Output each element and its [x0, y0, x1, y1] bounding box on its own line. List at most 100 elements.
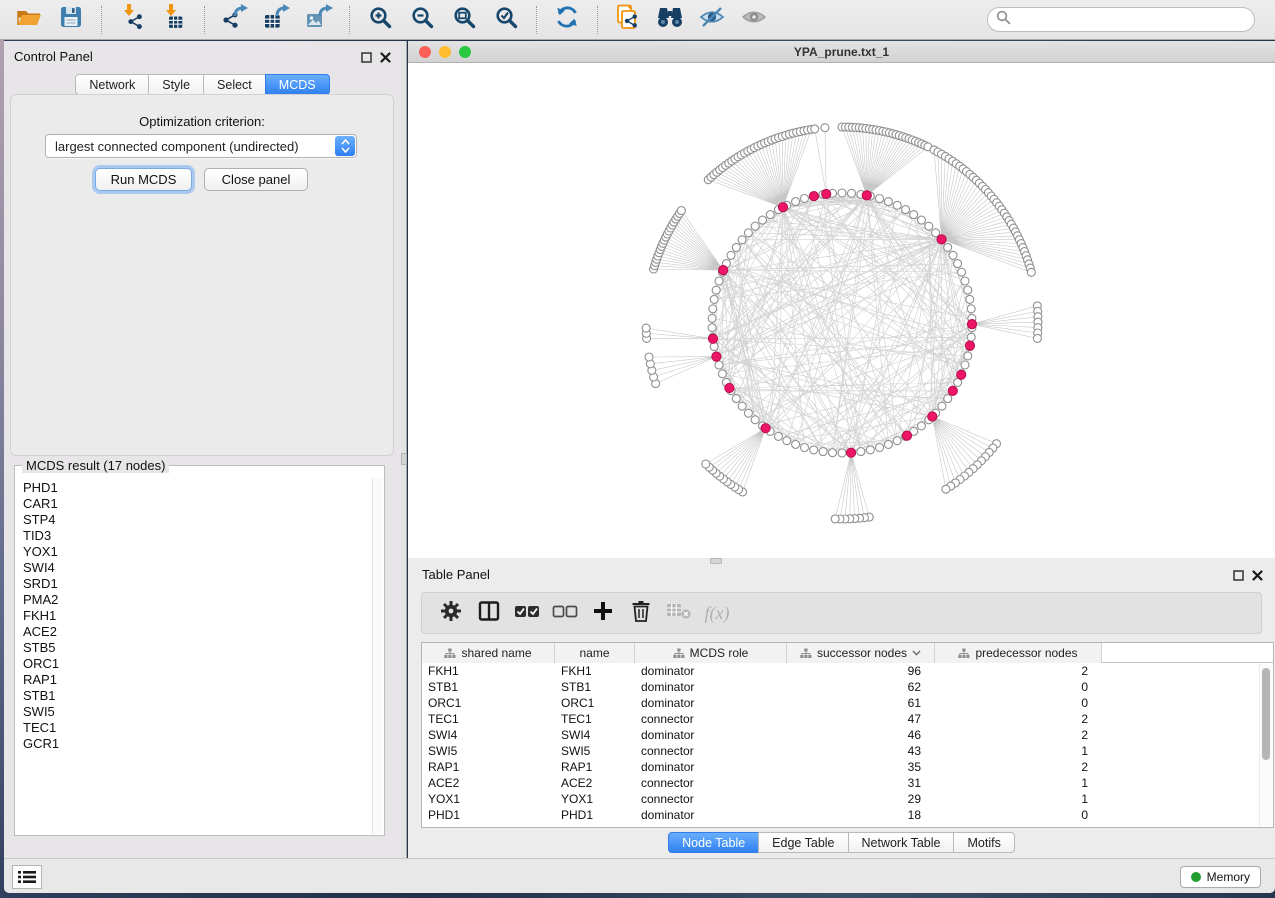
mcds-result-item[interactable]: ACE2 [23, 624, 371, 640]
mcds-result-item[interactable]: STB5 [23, 640, 371, 656]
mcds-result-item[interactable]: TEC1 [23, 720, 371, 736]
node[interactable] [810, 446, 818, 454]
node[interactable] [944, 395, 952, 403]
table-row[interactable]: PHD1PHD1dominator180 [422, 807, 1273, 823]
node[interactable] [958, 268, 966, 276]
column-header-shared-name[interactable]: shared name [422, 643, 555, 663]
dominator-node[interactable] [719, 266, 728, 275]
node[interactable] [792, 198, 800, 206]
node[interactable] [884, 440, 892, 448]
export-network-button[interactable] [215, 3, 255, 37]
dominator-node[interactable] [957, 370, 966, 379]
node[interactable] [712, 286, 720, 294]
close-panel-icon[interactable] [380, 50, 391, 68]
tab-style[interactable]: Style [148, 74, 204, 95]
node[interactable] [732, 395, 740, 403]
apply-layout-button[interactable] [547, 3, 587, 37]
criterion-select[interactable]: largest connected component (undirected) [45, 134, 357, 158]
table-row[interactable]: YOX1YOX1connector291 [422, 791, 1273, 807]
dominator-node[interactable] [937, 235, 946, 244]
hide-selected-button[interactable] [692, 3, 732, 37]
node[interactable] [1027, 268, 1035, 276]
node[interactable] [751, 222, 759, 230]
node[interactable] [876, 444, 884, 452]
columns-button[interactable] [472, 597, 506, 629]
zoom-selected-button[interactable] [486, 3, 526, 37]
table-row[interactable]: FKH1FKH1dominator962 [422, 663, 1273, 679]
node[interactable] [759, 216, 767, 224]
mcds-result-item[interactable]: STB1 [23, 688, 371, 704]
node[interactable] [738, 236, 746, 244]
mcds-result-item[interactable]: GCR1 [23, 736, 371, 752]
tab-network-table[interactable]: Network Table [848, 832, 955, 853]
mcds-result-item[interactable]: SWI5 [23, 704, 371, 720]
dominator-node[interactable] [809, 192, 818, 201]
mcds-result-item[interactable]: CAR1 [23, 496, 371, 512]
zoom-in-button[interactable] [360, 3, 400, 37]
dominator-node[interactable] [761, 424, 770, 433]
node[interactable] [966, 295, 974, 303]
mcds-result-item[interactable]: STP4 [23, 512, 371, 528]
dominator-node[interactable] [967, 320, 976, 329]
memory-button[interactable]: Memory [1180, 866, 1261, 888]
node[interactable] [866, 446, 874, 454]
node[interactable] [964, 286, 972, 294]
node[interactable] [857, 448, 865, 456]
node[interactable] [949, 251, 957, 259]
open-file-button[interactable] [9, 3, 49, 37]
node[interactable] [792, 440, 800, 448]
dominator-node[interactable] [778, 203, 787, 212]
table-scrollbar-thumb[interactable] [1262, 668, 1270, 760]
node[interactable] [774, 432, 782, 440]
node[interactable] [715, 361, 723, 369]
close-panel-button[interactable]: Close panel [204, 168, 308, 191]
node[interactable] [848, 189, 856, 197]
search-box[interactable] [987, 7, 1255, 32]
table-scrollbar[interactable] [1259, 664, 1272, 826]
first-neighbors-button[interactable] [650, 3, 690, 37]
tab-edge-table[interactable]: Edge Table [758, 832, 848, 853]
import-table-button[interactable] [154, 3, 194, 37]
dominator-node[interactable] [822, 189, 831, 198]
zoom-out-button[interactable] [402, 3, 442, 37]
search-input[interactable] [1016, 13, 1246, 27]
import-network-button[interactable] [112, 3, 152, 37]
table-row[interactable]: RAP1RAP1dominator352 [422, 759, 1273, 775]
node[interactable] [801, 195, 809, 203]
mcds-result-item[interactable]: SWI4 [23, 560, 371, 576]
vertical-splitter[interactable] [401, 41, 407, 858]
node[interactable] [727, 251, 735, 259]
mcds-result-item[interactable]: SRD1 [23, 576, 371, 592]
node[interactable] [902, 206, 910, 214]
dominator-node[interactable] [948, 386, 957, 395]
dominator-node[interactable] [862, 191, 871, 200]
mcds-list-scrollbar[interactable] [372, 478, 383, 834]
node[interactable] [831, 515, 839, 523]
node[interactable] [876, 195, 884, 203]
node[interactable] [642, 324, 650, 332]
select-stepper-icon[interactable] [335, 136, 355, 156]
node[interactable] [961, 277, 969, 285]
node[interactable] [708, 314, 716, 322]
table-row[interactable]: SWI4SWI4dominator462 [422, 727, 1273, 743]
dominator-node[interactable] [725, 383, 734, 392]
column-header-predecessor-nodes[interactable]: predecessor nodes [935, 643, 1102, 663]
network-canvas[interactable] [408, 63, 1275, 558]
node[interactable] [964, 352, 972, 360]
column-header-name[interactable]: name [555, 643, 635, 663]
node[interactable] [718, 370, 726, 378]
node[interactable] [702, 460, 710, 468]
mcds-result-item[interactable]: YOX1 [23, 544, 371, 560]
node[interactable] [829, 449, 837, 457]
tab-network[interactable]: Network [75, 74, 149, 95]
node[interactable] [938, 402, 946, 410]
node[interactable] [944, 243, 952, 251]
gear-button[interactable] [434, 597, 468, 629]
node[interactable] [918, 216, 926, 224]
node[interactable] [967, 305, 975, 313]
mcds-result-item[interactable]: PMA2 [23, 592, 371, 608]
node[interactable] [838, 189, 846, 197]
delete-row-button[interactable] [624, 597, 658, 629]
deselect-all-button[interactable] [548, 597, 582, 629]
show-all-button[interactable] [734, 3, 774, 37]
